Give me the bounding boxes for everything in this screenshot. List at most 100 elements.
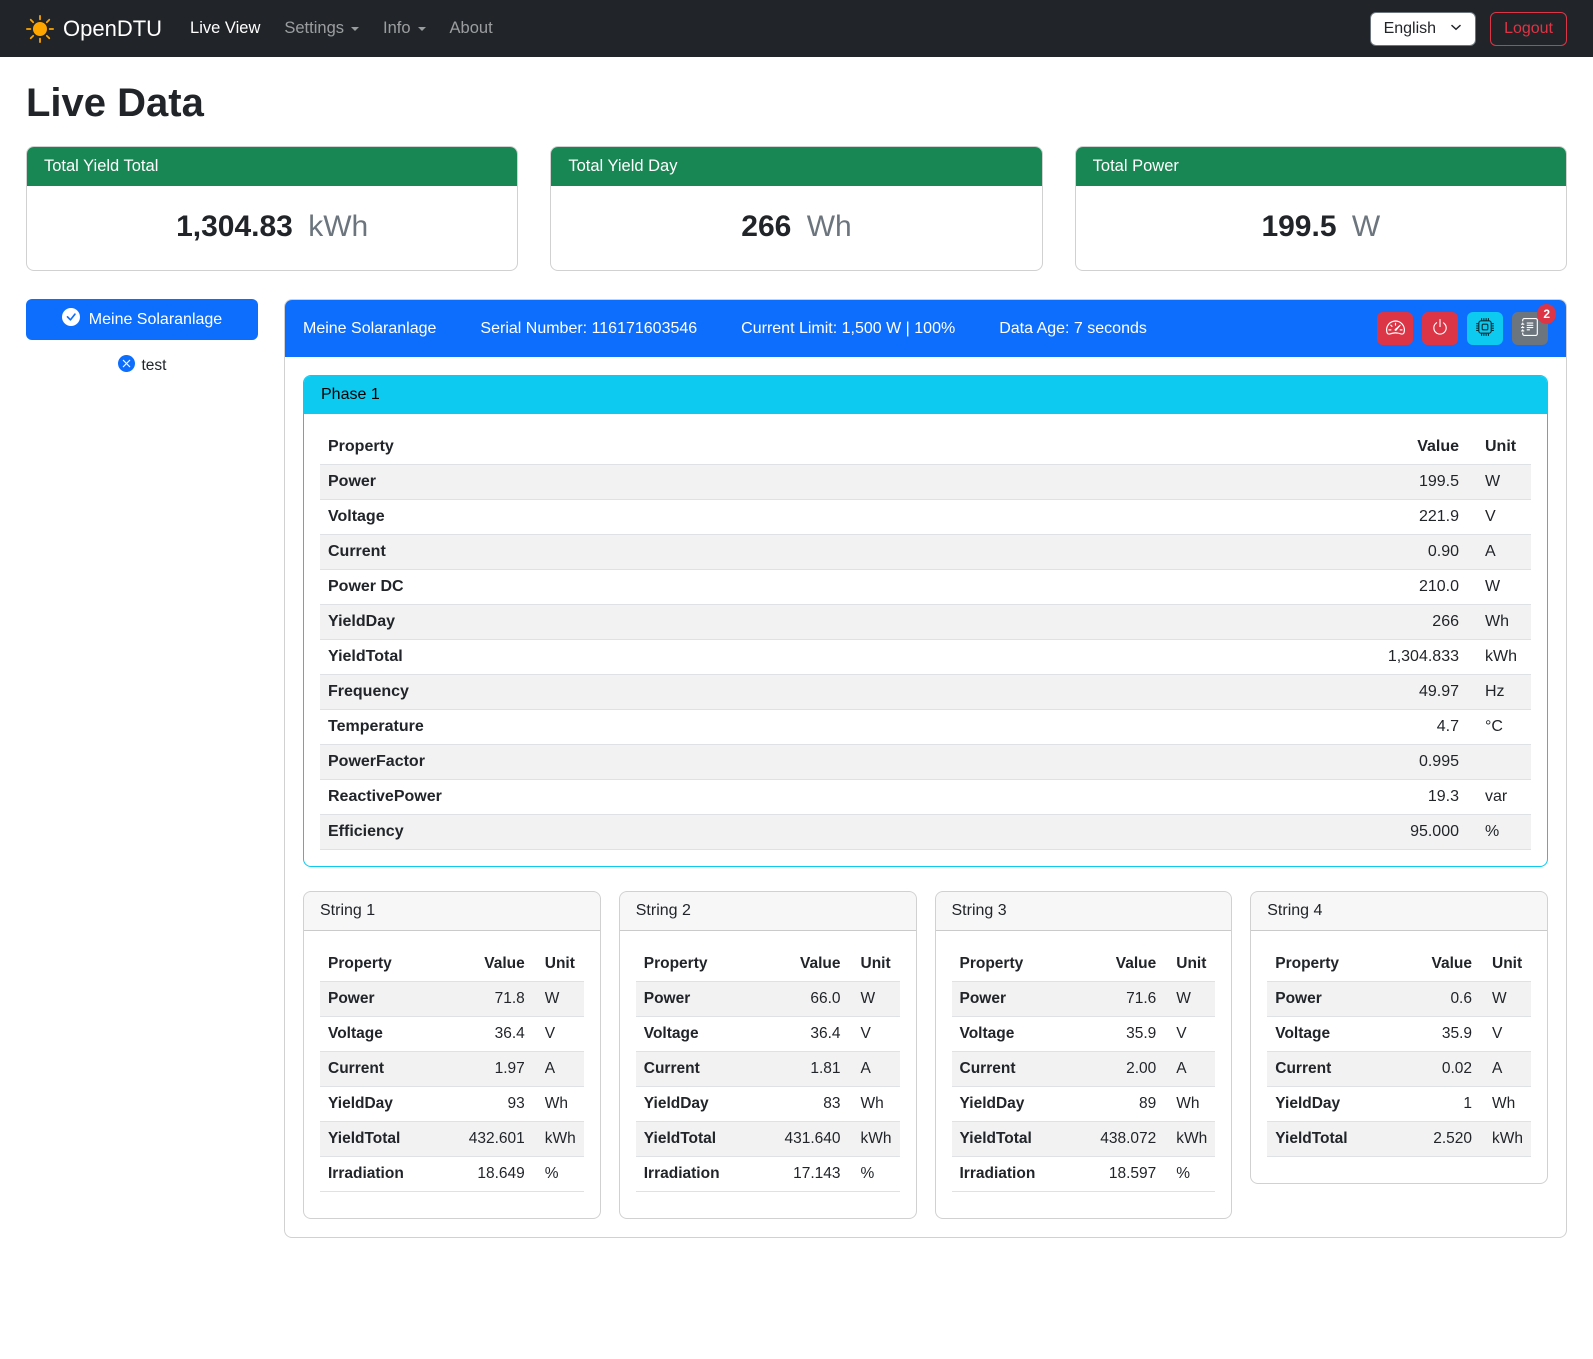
phase-table: Property Value Unit Power xyxy=(320,430,1531,850)
chevron-down-icon xyxy=(1450,20,1462,38)
string-table-body: Power 0.6 W Voltage 35.9 V xyxy=(1267,982,1531,1157)
power-button[interactable] xyxy=(1422,312,1458,345)
page-container: Live Data Total Yield Total 1,304.83 kWh… xyxy=(0,57,1593,1266)
nav-links: Live View Settings Info About xyxy=(190,19,517,38)
summary-card-body: 199.5 W xyxy=(1076,186,1566,270)
row-value: 199.5 xyxy=(1006,465,1467,500)
inverter-item-test[interactable]: test xyxy=(26,355,258,377)
column-header-unit: Unit xyxy=(533,947,584,982)
table-row: YieldDay 1 Wh xyxy=(1267,1087,1531,1122)
row-property: Voltage xyxy=(952,1017,1071,1052)
table-row: Power DC 210.0 W xyxy=(320,570,1531,605)
row-unit: A xyxy=(533,1052,584,1087)
table-row: Voltage 35.9 V xyxy=(952,1017,1216,1052)
row-unit: V xyxy=(1164,1017,1215,1052)
row-value: 1,304.833 xyxy=(1006,640,1467,675)
string-card-title: String 2 xyxy=(620,892,916,931)
row-unit: A xyxy=(849,1052,900,1087)
table-row: Irradiation 18.649 % xyxy=(320,1157,584,1192)
row-unit: Wh xyxy=(1164,1087,1215,1122)
summary-card-total-yield-day: Total Yield Day 266 Wh xyxy=(550,146,1042,271)
event-log-button[interactable]: 2 xyxy=(1512,312,1548,345)
row-value: 35.9 xyxy=(1397,1017,1480,1052)
inverter-select-button[interactable]: Meine Solaranlage xyxy=(26,299,258,340)
sun-icon xyxy=(26,15,54,43)
phase-card-body: Property Value Unit Power xyxy=(304,414,1547,866)
row-property: Power xyxy=(636,982,755,1017)
row-value: 266 xyxy=(1006,605,1467,640)
nav-settings[interactable]: Settings xyxy=(284,19,359,38)
row-property: Temperature xyxy=(320,710,1006,745)
row-property: Irradiation xyxy=(952,1157,1071,1192)
row-value: 432.601 xyxy=(439,1122,533,1157)
row-value: 0.6 xyxy=(1397,982,1480,1017)
table-row: Irradiation 17.143 % xyxy=(636,1157,900,1192)
row-unit: % xyxy=(1164,1157,1215,1192)
row-value: 95.000 xyxy=(1006,815,1467,850)
logout-button[interactable]: Logout xyxy=(1490,12,1567,46)
inverter-card-body: Phase 1 Property Value Unit xyxy=(285,357,1566,1237)
nav-live-view[interactable]: Live View xyxy=(190,19,260,38)
row-property: YieldDay xyxy=(636,1087,755,1122)
phase-card: Phase 1 Property Value Unit xyxy=(303,375,1548,867)
row-unit: kWh xyxy=(1467,640,1531,675)
nav-about[interactable]: About xyxy=(450,19,493,38)
row-unit: Wh xyxy=(1467,605,1531,640)
column-header-unit: Unit xyxy=(1164,947,1215,982)
row-value: 36.4 xyxy=(755,1017,849,1052)
row-property: Irradiation xyxy=(636,1157,755,1192)
string-table: Property Value Unit Power xyxy=(952,947,1216,1192)
row-property: Voltage xyxy=(1267,1017,1397,1052)
row-property: Current xyxy=(1267,1052,1397,1087)
inverter-card: Meine Solaranlage Serial Number: 1161716… xyxy=(284,299,1567,1238)
row-value: 0.995 xyxy=(1006,745,1467,780)
table-row: YieldTotal 1,304.833 kWh xyxy=(320,640,1531,675)
table-row: Power 0.6 W xyxy=(1267,982,1531,1017)
row-unit: % xyxy=(1467,815,1531,850)
string-card-body: Property Value Unit Power xyxy=(620,931,916,1218)
table-row: Voltage 221.9 V xyxy=(320,500,1531,535)
brand-label: OpenDTU xyxy=(63,16,162,42)
row-property: Current xyxy=(636,1052,755,1087)
column-header-unit: Unit xyxy=(849,947,900,982)
row-property: Power xyxy=(320,982,439,1017)
summary-unit: Wh xyxy=(807,210,852,243)
row-property: Current xyxy=(320,1052,439,1087)
row-unit: var xyxy=(1467,780,1531,815)
device-info-button[interactable] xyxy=(1467,312,1503,345)
table-row: Current 0.90 A xyxy=(320,535,1531,570)
journal-icon xyxy=(1521,318,1539,339)
summary-value: 1,304.83 xyxy=(176,210,293,243)
row-unit: Wh xyxy=(849,1087,900,1122)
row-unit: % xyxy=(849,1157,900,1192)
row-unit: % xyxy=(533,1157,584,1192)
table-row: Current 2.00 A xyxy=(952,1052,1216,1087)
nav-info[interactable]: Info xyxy=(383,19,426,38)
table-row: Frequency 49.97 Hz xyxy=(320,675,1531,710)
table-row: PowerFactor 0.995 xyxy=(320,745,1531,780)
row-value: 1.81 xyxy=(755,1052,849,1087)
table-row: Power 71.8 W xyxy=(320,982,584,1017)
row-value: 210.0 xyxy=(1006,570,1467,605)
language-select[interactable]: English xyxy=(1370,12,1476,46)
row-value: 4.7 xyxy=(1006,710,1467,745)
row-unit: W xyxy=(533,982,584,1017)
column-header-value: Value xyxy=(439,947,533,982)
row-value: 0.02 xyxy=(1397,1052,1480,1087)
row-unit: A xyxy=(1164,1052,1215,1087)
string-card-body: Property Value Unit Power xyxy=(936,931,1232,1218)
row-unit: V xyxy=(533,1017,584,1052)
table-row: Power 199.5 W xyxy=(320,465,1531,500)
summary-card-total-power: Total Power 199.5 W xyxy=(1075,146,1567,271)
inverter-sidebar: Meine Solaranlage test xyxy=(26,299,258,377)
string-card-4: String 4 Property Value Unit xyxy=(1250,891,1548,1184)
row-property: PowerFactor xyxy=(320,745,1006,780)
limit-settings-button[interactable] xyxy=(1377,312,1413,345)
summary-value: 199.5 xyxy=(1261,210,1336,243)
table-row: Power 71.6 W xyxy=(952,982,1216,1017)
column-header-value: Value xyxy=(1071,947,1165,982)
column-header-property: Property xyxy=(636,947,755,982)
check-circle-icon xyxy=(62,308,80,331)
string-card-title: String 3 xyxy=(936,892,1232,931)
brand-link[interactable]: OpenDTU xyxy=(26,15,162,43)
